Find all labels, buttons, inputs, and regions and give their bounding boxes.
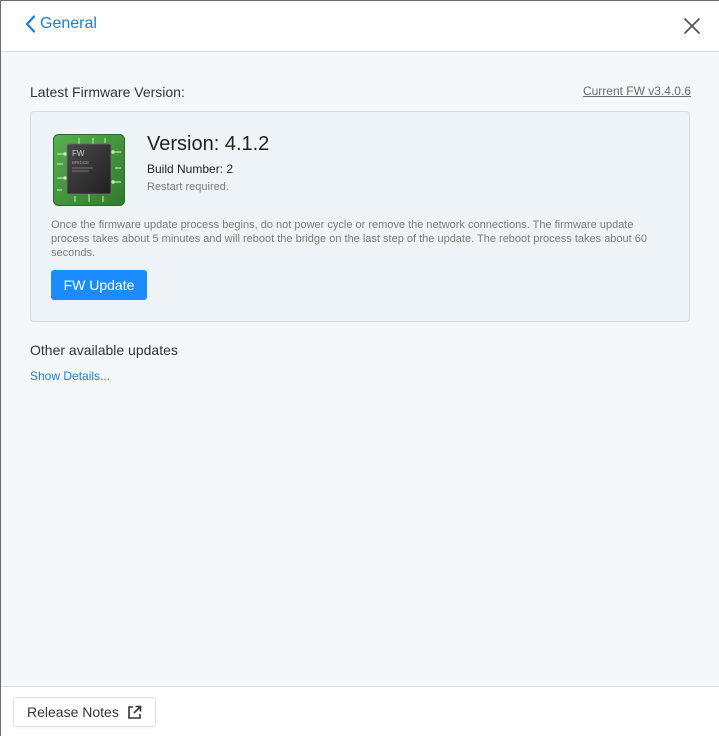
close-button[interactable]	[683, 17, 701, 35]
latest-firmware-label: Latest Firmware Version:	[30, 84, 185, 100]
chevron-left-icon	[24, 15, 36, 33]
chip-sublabel: BRIDGE	[72, 160, 89, 165]
close-icon	[683, 17, 701, 35]
back-label: General	[40, 15, 97, 32]
show-details-link[interactable]: Show Details...	[30, 369, 110, 383]
build-number: Build Number: 2	[147, 162, 234, 176]
header-bar: General	[1, 1, 719, 52]
update-description: Once the firmware update process begins,…	[51, 219, 648, 259]
back-button[interactable]: General	[24, 15, 97, 33]
other-updates-title: Other available updates	[30, 342, 178, 358]
chip-label: FW	[72, 149, 85, 158]
footer-bar: Release Notes	[1, 686, 719, 737]
fw-update-button[interactable]: FW Update	[51, 270, 147, 300]
firmware-chip-icon: FW BRIDGE	[53, 134, 125, 206]
release-notes-button[interactable]: Release Notes	[13, 697, 156, 727]
version-title: Version: 4.1.2	[147, 133, 270, 155]
release-notes-label: Release Notes	[27, 704, 119, 720]
external-link-icon	[127, 705, 142, 720]
current-fw-link[interactable]: Current FW v3.4.0.6	[583, 84, 691, 98]
restart-note: Restart required.	[147, 181, 229, 193]
firmware-card: FW BRIDGE Version: 4.1.2 Build Number: 2…	[30, 111, 690, 322]
firmware-update-window: General Latest Firmware Version: Current…	[0, 0, 719, 737]
